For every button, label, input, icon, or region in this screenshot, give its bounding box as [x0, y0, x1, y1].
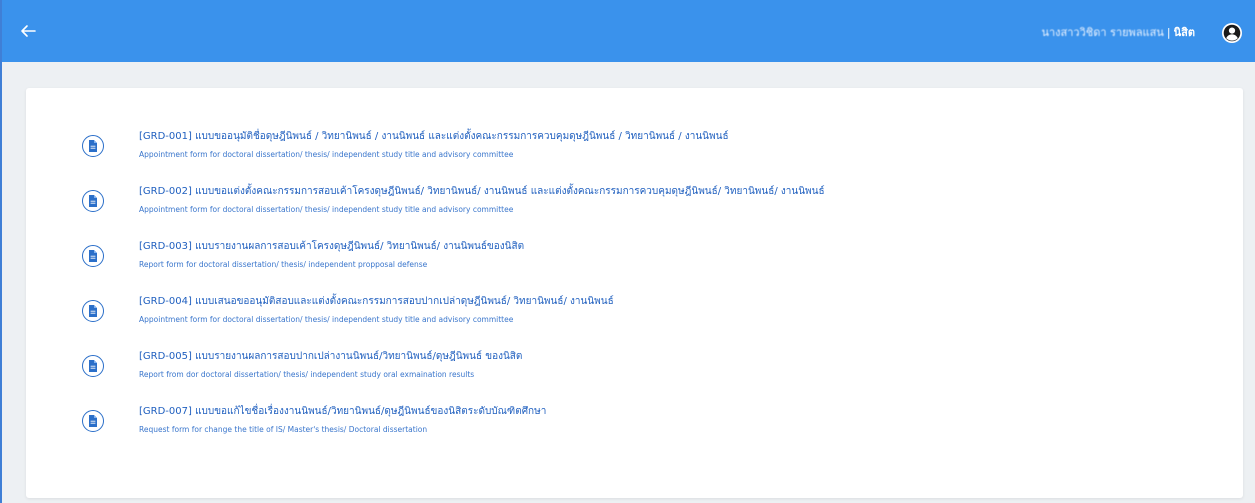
form-title[interactable]: [GRD-003] แบบรายงานผลการสอบเค้าโครงดุษฎี…: [139, 240, 524, 253]
page: นางสาววิชิดา รายพลแสน | นิสิต [GRD-001] …: [0, 0, 1255, 503]
document-icon: [82, 300, 104, 322]
form-item-grd-001[interactable]: [GRD-001] แบบขออนุมัติชื่อดุษฎีนิพนธ์ / …: [82, 130, 1182, 166]
form-item-grd-004[interactable]: [GRD-004] แบบเสนอขออนุมัติสอบและแต่งตั้ง…: [82, 295, 1182, 331]
form-subtitle: Report form for doctoral dissertation/ t…: [139, 260, 428, 269]
form-subtitle: Appointment form for doctoral dissertati…: [139, 150, 514, 159]
user-circle-icon: [1222, 23, 1242, 43]
form-title[interactable]: [GRD-007] แบบขอแก้ไขชื่อเรื่องงานนิพนธ์/…: [139, 405, 546, 418]
form-title[interactable]: [GRD-004] แบบเสนอขออนุมัติสอบและแต่งตั้ง…: [139, 295, 614, 308]
user-name: นางสาววิชิดา รายพลแสน: [1041, 26, 1164, 39]
form-title[interactable]: [GRD-001] แบบขออนุมัติชื่อดุษฎีนิพนธ์ / …: [139, 130, 729, 143]
document-icon: [82, 410, 104, 432]
form-item-grd-005[interactable]: [GRD-005] แบบรายงานผลการสอบปากเปล่างานนิ…: [82, 350, 1182, 386]
forms-card: [GRD-001] แบบขออนุมัติชื่อดุษฎีนิพนธ์ / …: [26, 88, 1243, 498]
form-title[interactable]: [GRD-002] แบบขอแต่งตั้งคณะกรรมการสอบเค้า…: [139, 185, 825, 198]
document-icon: [82, 355, 104, 377]
account-button[interactable]: [1221, 22, 1243, 44]
form-title[interactable]: [GRD-005] แบบรายงานผลการสอบปากเปล่างานนิ…: [139, 350, 522, 363]
user-info: นางสาววิชิดา รายพลแสน | นิสิต: [1041, 22, 1195, 42]
user-role: นิสิต: [1173, 26, 1195, 39]
back-button[interactable]: [16, 19, 40, 43]
form-subtitle: Report from dor doctoral dissertation/ t…: [139, 370, 475, 379]
arrow-left-icon: [21, 25, 36, 37]
form-item-grd-002[interactable]: [GRD-002] แบบขอแต่งตั้งคณะกรรมการสอบเค้า…: [82, 185, 1182, 221]
document-icon: [82, 135, 104, 157]
form-subtitle: Request form for change the title of IS/…: [139, 425, 428, 434]
form-subtitle: Appointment form for doctoral dissertati…: [139, 315, 514, 324]
user-separator: |: [1166, 25, 1171, 39]
form-item-grd-007[interactable]: [GRD-007] แบบขอแก้ไขชื่อเรื่องงานนิพนธ์/…: [82, 405, 1182, 441]
document-icon: [82, 190, 104, 212]
document-icon: [82, 245, 104, 267]
form-item-grd-003[interactable]: [GRD-003] แบบรายงานผลการสอบเค้าโครงดุษฎี…: [82, 240, 1182, 276]
form-subtitle: Appointment form for doctoral dissertati…: [139, 205, 514, 214]
top-app-bar: นางสาววิชิดา รายพลแสน | นิสิต: [2, 0, 1255, 62]
